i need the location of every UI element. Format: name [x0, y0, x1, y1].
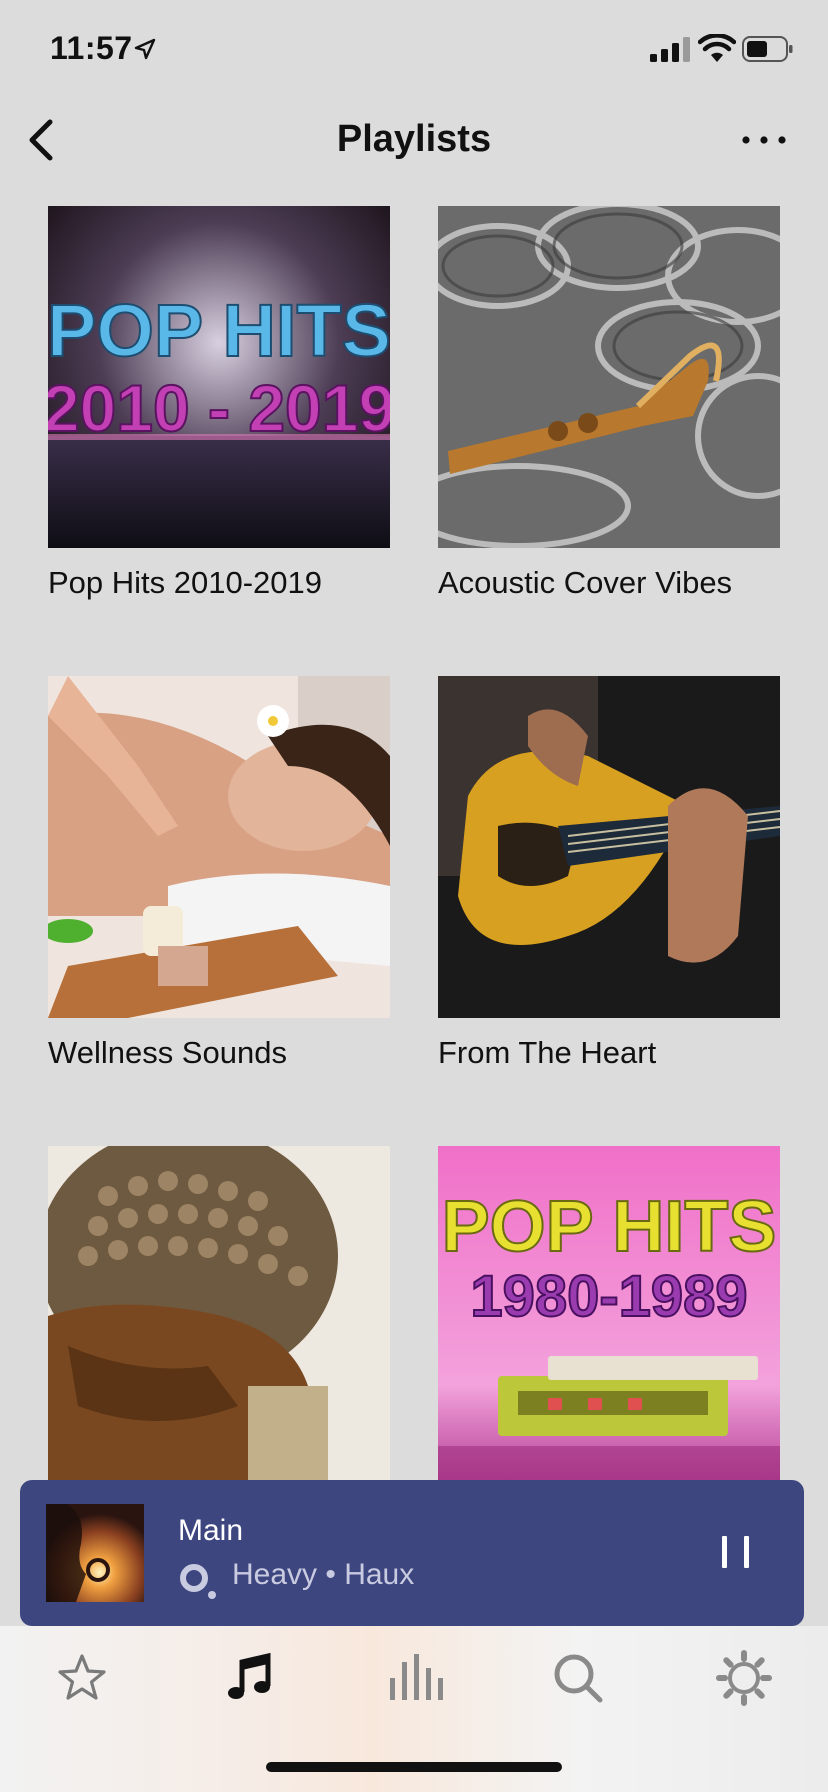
music-note-icon[interactable] [222, 1648, 282, 1708]
playlist-title[interactable]: From The Heart [438, 1034, 738, 1072]
playlist-grid: POP HITS 2010 - 2019 Pop Hits 2010-2019 [48, 206, 780, 1480]
playlist-artwork[interactable] [438, 206, 780, 548]
playlist-artwork[interactable] [48, 1146, 390, 1480]
now-playing-title: Main [178, 1514, 244, 1547]
playlist-tile-buddha[interactable] [48, 1146, 390, 1480]
playlist-artwork[interactable]: POP HITS 2010 - 2019 [48, 206, 390, 548]
playlist-title[interactable]: Wellness Sounds [48, 1034, 348, 1072]
cellular-signal-icon [650, 37, 690, 62]
playlist-tile-pop-hits-1980[interactable]: POP HITS 1980-1989 [438, 1146, 780, 1480]
artwork-text-line2: 2010 - 2019 [48, 371, 390, 445]
status-bar: 11:57 [0, 0, 828, 100]
playlist-title[interactable]: Acoustic Cover Vibes [438, 564, 738, 602]
pause-icon[interactable] [714, 1522, 760, 1582]
equalizer-icon[interactable] [384, 1648, 444, 1708]
playlist-tile-pop-hits-2010[interactable]: POP HITS 2010 - 2019 Pop Hits 2010-2019 [48, 206, 390, 602]
playlist-title[interactable]: Pop Hits 2010-2019 [48, 564, 348, 602]
artwork-text-line1: POP HITS [442, 1187, 777, 1267]
wifi-icon [698, 34, 736, 62]
now-playing-artwork[interactable] [46, 1504, 144, 1602]
navigation-bar: Playlists [0, 100, 828, 180]
playlist-tile-wellness-sounds[interactable]: Wellness Sounds [48, 676, 390, 1072]
artwork-text-line2: 1980-1989 [470, 1264, 747, 1329]
artwork-text-line1: POP HITS [48, 289, 390, 372]
status-time: 11:57 [50, 30, 133, 66]
playlist-tile-acoustic-cover-vibes[interactable]: Acoustic Cover Vibes [438, 206, 780, 602]
more-options-icon[interactable] [736, 122, 792, 158]
battery-icon [742, 36, 793, 62]
page-title: Playlists [336, 118, 492, 160]
mini-player[interactable]: Main Heavy • Haux [20, 1480, 804, 1626]
now-playing-subtitle: Heavy • Haux [232, 1558, 415, 1591]
star-icon[interactable] [52, 1648, 112, 1708]
home-indicator[interactable] [266, 1762, 562, 1772]
search-icon[interactable] [548, 1648, 608, 1708]
playlist-artwork[interactable] [48, 676, 390, 1018]
playlist-tile-from-the-heart[interactable]: From The Heart [438, 676, 780, 1072]
station-search-icon [180, 1564, 216, 1599]
playlist-artwork[interactable]: POP HITS 1980-1989 [438, 1146, 780, 1480]
location-arrow-icon [134, 38, 156, 60]
playlist-artwork[interactable] [438, 676, 780, 1018]
gear-icon[interactable] [714, 1648, 774, 1708]
